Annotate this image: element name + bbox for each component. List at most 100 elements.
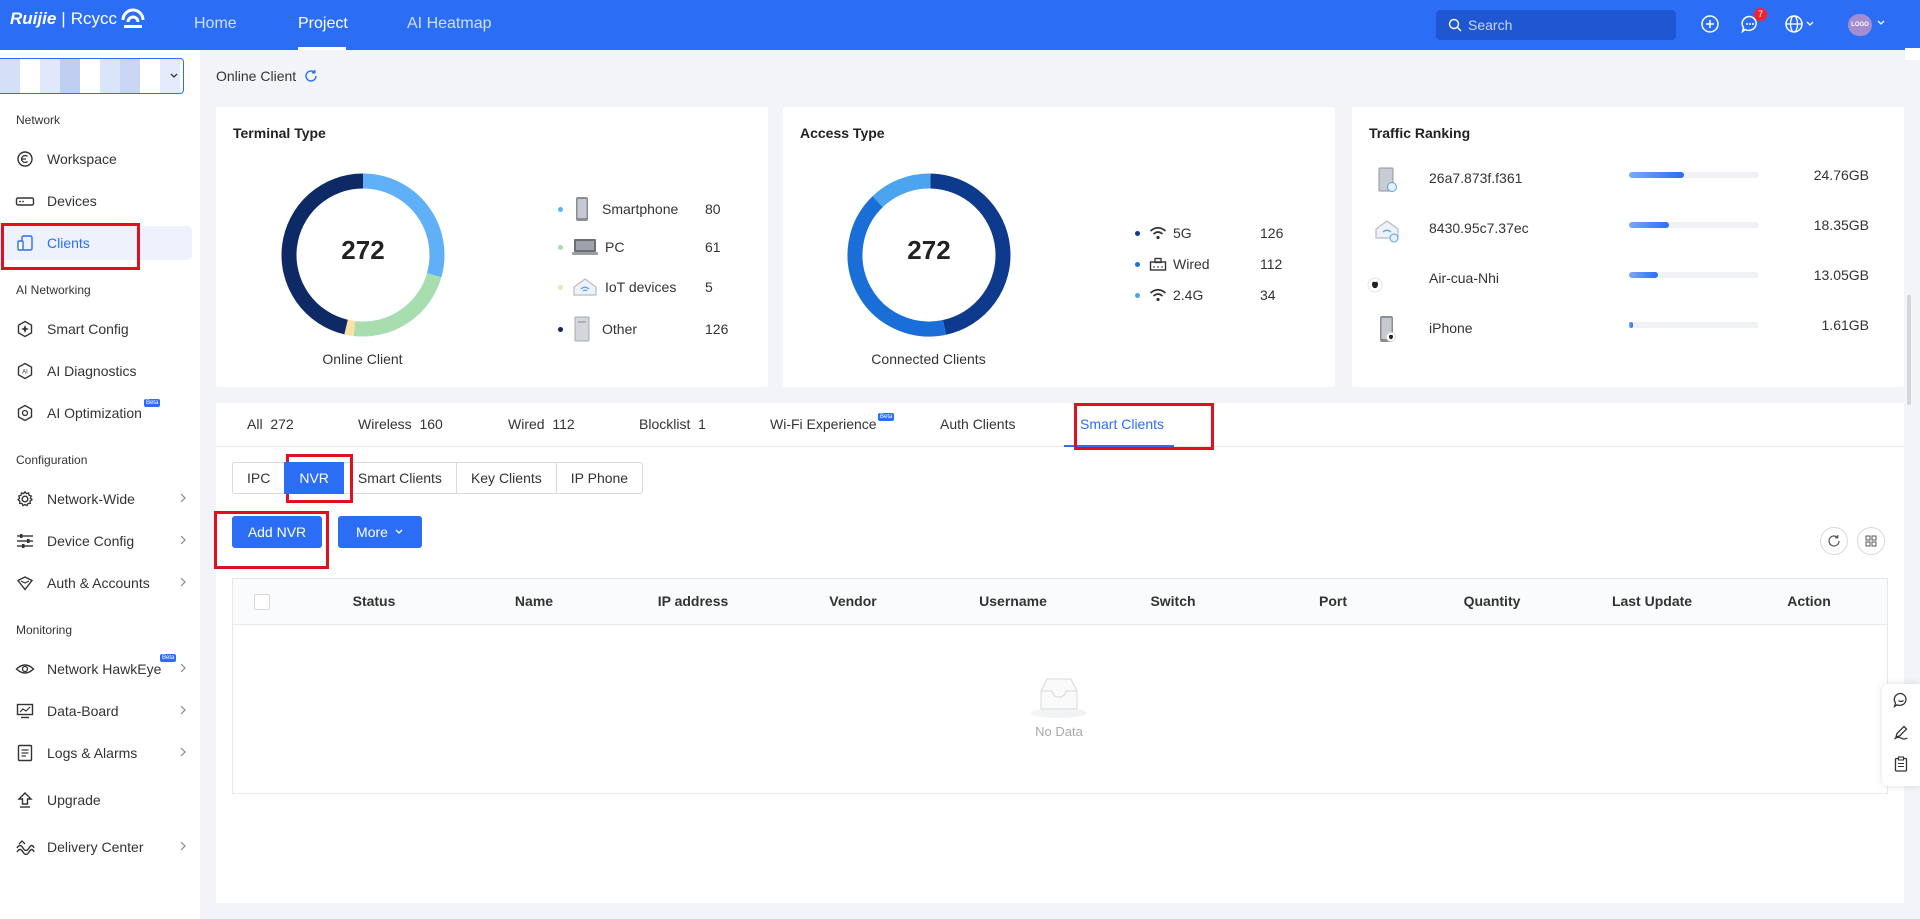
rank-row[interactable]: Air-cua-Nhi 13.05GB <box>1367 265 1869 293</box>
donut-segment-2-4g[interactable] <box>872 173 931 208</box>
svg-text:AI: AI <box>22 370 28 376</box>
column-header[interactable]: Switch <box>1150 593 1195 609</box>
subtab-smart-clients[interactable]: Smart Clients <box>342 462 457 494</box>
subtab-key-clients[interactable]: Key Clients <box>455 462 557 494</box>
section-monitoring: Monitoring <box>16 623 73 637</box>
ethernet-icon <box>1149 257 1167 271</box>
tab-wireless[interactable]: Wireless 160 <box>358 416 443 432</box>
column-header[interactable]: Quantity <box>1464 593 1521 609</box>
clipboard-icon[interactable] <box>1893 756 1909 772</box>
language-globe-icon[interactable] <box>1784 14 1814 34</box>
column-header[interactable]: Last Update <box>1612 593 1692 609</box>
search-input[interactable] <box>1468 17 1668 33</box>
scrollbar-thumb[interactable] <box>1907 295 1911 405</box>
rank-bar-fill <box>1629 322 1633 328</box>
nav-home[interactable]: Home <box>194 15 237 33</box>
tab-auth-clients[interactable]: Auth Clients <box>940 416 1015 432</box>
eye-icon <box>15 659 35 679</box>
sidebar-item-label: Logs & Alarms <box>47 745 138 761</box>
sidebar-item-auth-accounts[interactable]: Auth & Accounts <box>0 566 192 600</box>
select-all-checkbox[interactable] <box>254 594 270 610</box>
tab-label: Wired <box>508 416 545 432</box>
rank-value: 13.05GB <box>1813 267 1869 283</box>
delivery-icon <box>15 837 35 857</box>
section-network: Network <box>16 113 61 127</box>
legend-value: 5 <box>705 279 713 295</box>
sidebar-item-network-wide[interactable]: Network-Wide <box>0 482 192 516</box>
add-nvr-button[interactable]: Add NVR <box>232 516 322 548</box>
nav-project[interactable]: Project <box>298 15 348 33</box>
sidebar-item-label: Workspace <box>47 151 117 167</box>
donut-segment-iot-devices[interactable] <box>344 319 356 336</box>
wifi-icon <box>1149 288 1167 302</box>
sidebar-item-smart-config[interactable]: Smart Config <box>0 312 192 346</box>
sidebar-item-ai-diagnostics[interactable]: AI AI Diagnostics <box>0 354 192 388</box>
column-header[interactable]: Name <box>515 593 553 609</box>
rank-bar-fill <box>1629 172 1684 178</box>
legend-item-iot: IoT devices 5 <box>558 276 713 298</box>
rank-row[interactable]: iPhone 1.61GB <box>1369 315 1869 343</box>
sidebar-item-ai-optimization[interactable]: AI Optimization Beta <box>0 396 192 430</box>
page-title-text: Online Client <box>216 68 297 84</box>
sidebar-item-logs-alarms[interactable]: Logs & Alarms <box>0 736 192 770</box>
wifi-icon <box>1149 226 1167 240</box>
tab-all[interactable]: All 272 <box>247 416 294 432</box>
tab-active-indicator <box>1064 445 1174 447</box>
avatar[interactable]: LOGO <box>1848 14 1872 36</box>
column-header[interactable]: Action <box>1787 593 1831 609</box>
subtab-nvr[interactable]: NVR <box>284 462 344 494</box>
donut-total: 272 <box>341 235 385 265</box>
subtab-ipc[interactable]: IPC <box>232 462 286 494</box>
brand-name: Ruijie <box>10 9 57 28</box>
legend-item-other: Other 126 <box>558 316 728 342</box>
sidebar-item-network-hawkeye[interactable]: Network HawkEye Beta <box>0 652 192 686</box>
beta-badge: Beta <box>143 399 161 407</box>
rank-row[interactable]: 8430.95c7.37ec 18.35GB <box>1369 215 1869 243</box>
sidebar-item-device-config[interactable]: Device Config <box>0 524 192 558</box>
feedback-pen-icon[interactable] <box>1893 724 1909 740</box>
sidebar-item-clients[interactable]: Clients <box>0 226 192 260</box>
column-header[interactable]: Vendor <box>829 593 876 609</box>
tab-count: 160 <box>419 416 443 432</box>
tab-wifi-experience[interactable]: Wi-Fi Experience Beta <box>770 413 895 432</box>
tab-wired[interactable]: Wired 112 <box>508 416 575 432</box>
search-box[interactable] <box>1436 10 1676 40</box>
chat-icon[interactable] <box>1893 692 1909 708</box>
sidebar-item-upgrade[interactable]: Upgrade <box>0 783 192 817</box>
tab-label: All <box>247 416 263 432</box>
refresh-button[interactable] <box>1820 527 1848 555</box>
refresh-icon[interactable] <box>304 69 318 83</box>
donut-segment-pc[interactable] <box>353 272 442 337</box>
add-icon[interactable] <box>1700 14 1720 34</box>
sidebar-item-devices[interactable]: Devices <box>0 184 192 218</box>
tab-smart-clients[interactable]: Smart Clients <box>1080 416 1164 432</box>
sidebar-item-delivery-center[interactable]: Delivery Center <box>0 830 192 864</box>
account-chevron-down-icon[interactable] <box>1876 18 1886 28</box>
grid-icon <box>1865 535 1877 547</box>
logs-icon <box>15 743 35 763</box>
sidebar-item-label: AI Diagnostics <box>47 363 137 379</box>
column-settings-button[interactable] <box>1857 527 1885 555</box>
legend-label: Other <box>602 321 638 337</box>
column-header[interactable]: IP address <box>658 593 729 609</box>
chevron-right-icon <box>180 577 186 587</box>
legend-value: 112 <box>1260 256 1283 272</box>
auth-icon <box>15 573 35 593</box>
legend-label: IoT devices <box>605 279 677 295</box>
sidebar-item-data-board[interactable]: Data-Board <box>0 694 192 728</box>
sidebar-item-workspace[interactable]: Workspace <box>0 142 192 176</box>
legend-dot <box>1135 292 1140 298</box>
brand-logo[interactable]: Ruijie | Rcycc <box>10 8 146 30</box>
nav-ai-heatmap[interactable]: AI Heatmap <box>407 15 491 33</box>
legend-value: 80 <box>705 201 721 217</box>
more-button[interactable]: More <box>338 516 422 548</box>
tab-blocklist[interactable]: Blocklist 1 <box>639 416 706 432</box>
chevron-right-icon <box>180 493 186 503</box>
column-header[interactable]: Username <box>979 593 1047 609</box>
rank-row[interactable]: 26a7.873f.f361 24.76GB <box>1369 165 1869 193</box>
project-selector[interactable] <box>0 58 184 94</box>
column-header[interactable]: Status <box>353 593 396 609</box>
legend-dot <box>1135 261 1140 267</box>
column-header[interactable]: Port <box>1319 593 1347 609</box>
subtab-ip-phone[interactable]: IP Phone <box>555 462 644 494</box>
